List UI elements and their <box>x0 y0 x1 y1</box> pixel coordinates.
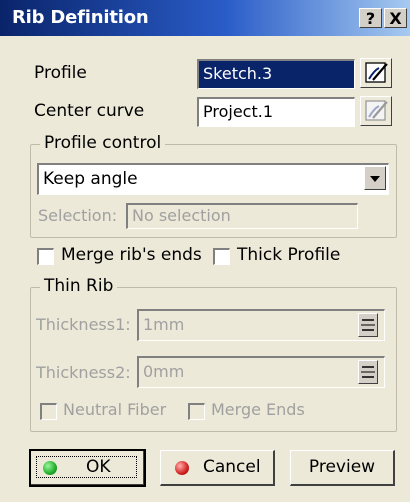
close-button[interactable]: X <box>384 8 407 28</box>
merge-ribs-ends-label: Merge rib's ends <box>61 245 202 265</box>
edit-sketch-icon <box>365 62 388 83</box>
cancel-label: Cancel <box>203 457 261 477</box>
thickness2-spinner[interactable] <box>358 360 378 384</box>
ok-label: OK <box>86 457 111 477</box>
dropdown-arrow-button[interactable] <box>364 166 386 190</box>
profile-edit-sketch-button[interactable] <box>360 58 392 88</box>
merge-ends-checkbox[interactable] <box>188 403 205 420</box>
ok-icon <box>43 461 57 475</box>
edit-sketch-icon <box>365 100 388 121</box>
thickness1-label: Thickness1: <box>36 315 131 334</box>
spinner-icon <box>361 319 375 331</box>
merge-ends-label: Merge Ends <box>211 400 305 419</box>
thickness2-field[interactable]: 0mm <box>137 356 385 388</box>
merge-ribs-ends-checkbox[interactable] <box>37 248 54 265</box>
profile-label: Profile <box>34 63 87 83</box>
profile-field[interactable]: Sketch.3 <box>197 59 355 89</box>
profile-control-dropdown[interactable]: Keep angle <box>37 163 389 195</box>
neutral-fiber-checkbox[interactable] <box>40 403 57 420</box>
ok-button[interactable]: OK <box>29 449 146 487</box>
cancel-button[interactable]: Cancel <box>160 450 275 486</box>
center-curve-field[interactable]: Project.1 <box>197 97 355 127</box>
window-title: Rib Definition <box>12 7 149 28</box>
thickness1-spinner[interactable] <box>358 313 378 337</box>
help-button[interactable]: ? <box>359 8 382 28</box>
selection-field[interactable]: No selection <box>126 203 358 229</box>
profile-control-selected: Keep angle <box>43 169 138 189</box>
spinner-icon <box>361 366 375 378</box>
selection-label: Selection: <box>38 206 118 225</box>
thick-profile-checkbox[interactable] <box>213 248 230 265</box>
center-curve-label: Center curve <box>34 101 145 121</box>
center-curve-edit-sketch-button[interactable] <box>360 96 392 126</box>
chevron-down-icon <box>370 176 380 182</box>
thin-rib-legend: Thin Rib <box>40 276 118 296</box>
thick-profile-label: Thick Profile <box>237 245 341 265</box>
thickness2-label: Thickness2: <box>36 363 131 382</box>
neutral-fiber-label: Neutral Fiber <box>63 400 167 419</box>
cancel-icon <box>175 461 189 475</box>
preview-button[interactable]: Preview <box>290 450 395 486</box>
thickness1-field[interactable]: 1mm <box>137 309 385 341</box>
profile-control-legend: Profile control <box>40 133 166 153</box>
